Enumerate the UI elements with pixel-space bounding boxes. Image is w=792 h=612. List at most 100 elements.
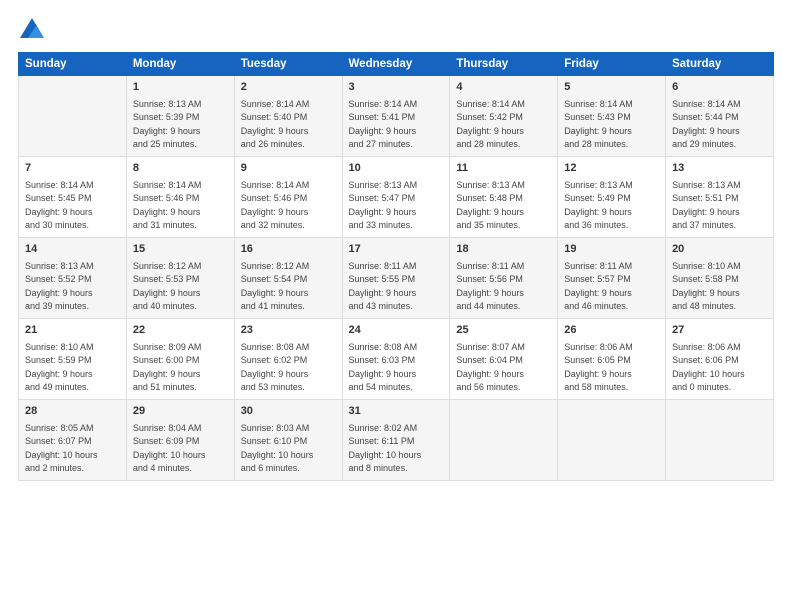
day-cell: 5 Sunrise: 8:14 AM Sunset: 5:43 PM Daylig…: [558, 76, 666, 157]
day-info: Sunrise: 8:11 AM Sunset: 5:55 PM Dayligh…: [349, 260, 444, 314]
header-cell-wednesday: Wednesday: [342, 53, 450, 76]
week-row-1: 1 Sunrise: 8:13 AM Sunset: 5:39 PM Daylig…: [19, 76, 774, 157]
day-cell: 29 Sunrise: 8:04 AM Sunset: 6:09 PM Dayli…: [126, 399, 234, 480]
day-info: Sunrise: 8:14 AM Sunset: 5:44 PM Dayligh…: [672, 98, 767, 152]
day-cell: [19, 76, 127, 157]
header-cell-thursday: Thursday: [450, 53, 558, 76]
day-info: Sunrise: 8:14 AM Sunset: 5:40 PM Dayligh…: [241, 98, 336, 152]
day-cell: 22Sunrise: 8:09 AM Sunset: 6:00 PM Dayli…: [126, 318, 234, 399]
day-number: 23: [241, 323, 336, 339]
day-info: Sunrise: 8:08 AM Sunset: 6:03 PM Dayligh…: [349, 341, 444, 395]
day-number: 13: [672, 161, 767, 177]
day-cell: [666, 399, 774, 480]
day-cell: 26 Sunrise: 8:06 AM Sunset: 6:05 PM Dayli…: [558, 318, 666, 399]
day-info: Sunrise: 8:14 AM Sunset: 5:46 PM Dayligh…: [241, 179, 336, 233]
header-cell-tuesday: Tuesday: [234, 53, 342, 76]
day-cell: 31 Sunrise: 8:02 AM Sunset: 6:11 PM Dayli…: [342, 399, 450, 480]
day-info: Sunrise: 8:06 AM Sunset: 6:06 PM Dayligh…: [672, 341, 767, 395]
day-number: 16: [241, 242, 336, 258]
day-cell: 10 Sunrise: 8:13 AM Sunset: 5:47 PM Dayli…: [342, 156, 450, 237]
day-cell: 4 Sunrise: 8:14 AM Sunset: 5:42 PM Daylig…: [450, 76, 558, 157]
header-cell-sunday: Sunday: [19, 53, 127, 76]
day-number: 18: [456, 242, 551, 258]
day-info: Sunrise: 8:13 AM Sunset: 5:39 PM Dayligh…: [133, 98, 228, 152]
day-number: 15: [133, 242, 228, 258]
week-row-3: 14 Sunrise: 8:13 AM Sunset: 5:52 PM Dayli…: [19, 237, 774, 318]
day-number: 26: [564, 323, 659, 339]
day-number: 3: [349, 80, 444, 96]
day-info: Sunrise: 8:06 AM Sunset: 6:05 PM Dayligh…: [564, 341, 659, 395]
day-cell: 30 Sunrise: 8:03 AM Sunset: 6:10 PM Dayli…: [234, 399, 342, 480]
logo: [18, 16, 50, 44]
day-cell: 6 Sunrise: 8:14 AM Sunset: 5:44 PM Daylig…: [666, 76, 774, 157]
day-number: 14: [25, 242, 120, 258]
day-info: Sunrise: 8:13 AM Sunset: 5:48 PM Dayligh…: [456, 179, 551, 233]
day-info: Sunrise: 8:02 AM Sunset: 6:11 PM Dayligh…: [349, 422, 444, 476]
day-number: 2: [241, 80, 336, 96]
day-number: 10: [349, 161, 444, 177]
day-info: Sunrise: 8:14 AM Sunset: 5:43 PM Dayligh…: [564, 98, 659, 152]
day-number: 8: [133, 161, 228, 177]
day-info: Sunrise: 8:13 AM Sunset: 5:47 PM Dayligh…: [349, 179, 444, 233]
day-info: Sunrise: 8:13 AM Sunset: 5:52 PM Dayligh…: [25, 260, 120, 314]
day-cell: 20Sunrise: 8:10 AM Sunset: 5:58 PM Dayli…: [666, 237, 774, 318]
day-number: 27: [672, 323, 767, 339]
day-number: 19: [564, 242, 659, 258]
week-row-4: 21 Sunrise: 8:10 AM Sunset: 5:59 PM Dayli…: [19, 318, 774, 399]
week-row-5: 28 Sunrise: 8:05 AM Sunset: 6:07 PM Dayli…: [19, 399, 774, 480]
day-cell: 8 Sunrise: 8:14 AM Sunset: 5:46 PM Daylig…: [126, 156, 234, 237]
day-number: 7: [25, 161, 120, 177]
header-cell-friday: Friday: [558, 53, 666, 76]
day-info: Sunrise: 8:11 AM Sunset: 5:56 PM Dayligh…: [456, 260, 551, 314]
day-number: 30: [241, 404, 336, 420]
day-cell: 24 Sunrise: 8:08 AM Sunset: 6:03 PM Dayli…: [342, 318, 450, 399]
page: SundayMondayTuesdayWednesdayThursdayFrid…: [0, 0, 792, 612]
day-info: Sunrise: 8:13 AM Sunset: 5:51 PM Dayligh…: [672, 179, 767, 233]
day-info: Sunrise: 8:10 AM Sunset: 5:59 PM Dayligh…: [25, 341, 120, 395]
day-number: 6: [672, 80, 767, 96]
day-cell: 11Sunrise: 8:13 AM Sunset: 5:48 PM Dayli…: [450, 156, 558, 237]
day-cell: 17 Sunrise: 8:11 AM Sunset: 5:55 PM Dayli…: [342, 237, 450, 318]
day-cell: 28 Sunrise: 8:05 AM Sunset: 6:07 PM Dayli…: [19, 399, 127, 480]
day-info: Sunrise: 8:05 AM Sunset: 6:07 PM Dayligh…: [25, 422, 120, 476]
day-cell: 9 Sunrise: 8:14 AM Sunset: 5:46 PM Daylig…: [234, 156, 342, 237]
day-cell: [558, 399, 666, 480]
day-info: Sunrise: 8:12 AM Sunset: 5:54 PM Dayligh…: [241, 260, 336, 314]
calendar-header: SundayMondayTuesdayWednesdayThursdayFrid…: [19, 53, 774, 76]
header-row: SundayMondayTuesdayWednesdayThursdayFrid…: [19, 53, 774, 76]
day-cell: [450, 399, 558, 480]
day-number: 28: [25, 404, 120, 420]
day-info: Sunrise: 8:09 AM Sunset: 6:00 PM Dayligh…: [133, 341, 228, 395]
day-cell: 23Sunrise: 8:08 AM Sunset: 6:02 PM Dayli…: [234, 318, 342, 399]
header-cell-saturday: Saturday: [666, 53, 774, 76]
day-cell: 7 Sunrise: 8:14 AM Sunset: 5:45 PM Daylig…: [19, 156, 127, 237]
day-info: Sunrise: 8:04 AM Sunset: 6:09 PM Dayligh…: [133, 422, 228, 476]
day-cell: 19Sunrise: 8:11 AM Sunset: 5:57 PM Dayli…: [558, 237, 666, 318]
day-info: Sunrise: 8:14 AM Sunset: 5:42 PM Dayligh…: [456, 98, 551, 152]
day-number: 4: [456, 80, 551, 96]
day-cell: 2 Sunrise: 8:14 AM Sunset: 5:40 PM Daylig…: [234, 76, 342, 157]
day-info: Sunrise: 8:14 AM Sunset: 5:46 PM Dayligh…: [133, 179, 228, 233]
day-number: 1: [133, 80, 228, 96]
day-number: 29: [133, 404, 228, 420]
header: [18, 16, 774, 44]
week-row-2: 7 Sunrise: 8:14 AM Sunset: 5:45 PM Daylig…: [19, 156, 774, 237]
day-number: 12: [564, 161, 659, 177]
header-cell-monday: Monday: [126, 53, 234, 76]
day-cell: 3Sunrise: 8:14 AM Sunset: 5:41 PM Daylig…: [342, 76, 450, 157]
day-number: 5: [564, 80, 659, 96]
day-info: Sunrise: 8:03 AM Sunset: 6:10 PM Dayligh…: [241, 422, 336, 476]
day-cell: 1 Sunrise: 8:13 AM Sunset: 5:39 PM Daylig…: [126, 76, 234, 157]
calendar-body: 1 Sunrise: 8:13 AM Sunset: 5:39 PM Daylig…: [19, 76, 774, 481]
day-cell: 16 Sunrise: 8:12 AM Sunset: 5:54 PM Dayli…: [234, 237, 342, 318]
day-number: 24: [349, 323, 444, 339]
day-cell: 18 Sunrise: 8:11 AM Sunset: 5:56 PM Dayli…: [450, 237, 558, 318]
day-number: 31: [349, 404, 444, 420]
day-number: 9: [241, 161, 336, 177]
day-cell: 25Sunrise: 8:07 AM Sunset: 6:04 PM Dayli…: [450, 318, 558, 399]
day-number: 21: [25, 323, 120, 339]
day-number: 17: [349, 242, 444, 258]
day-info: Sunrise: 8:07 AM Sunset: 6:04 PM Dayligh…: [456, 341, 551, 395]
day-info: Sunrise: 8:12 AM Sunset: 5:53 PM Dayligh…: [133, 260, 228, 314]
day-info: Sunrise: 8:14 AM Sunset: 5:45 PM Dayligh…: [25, 179, 120, 233]
